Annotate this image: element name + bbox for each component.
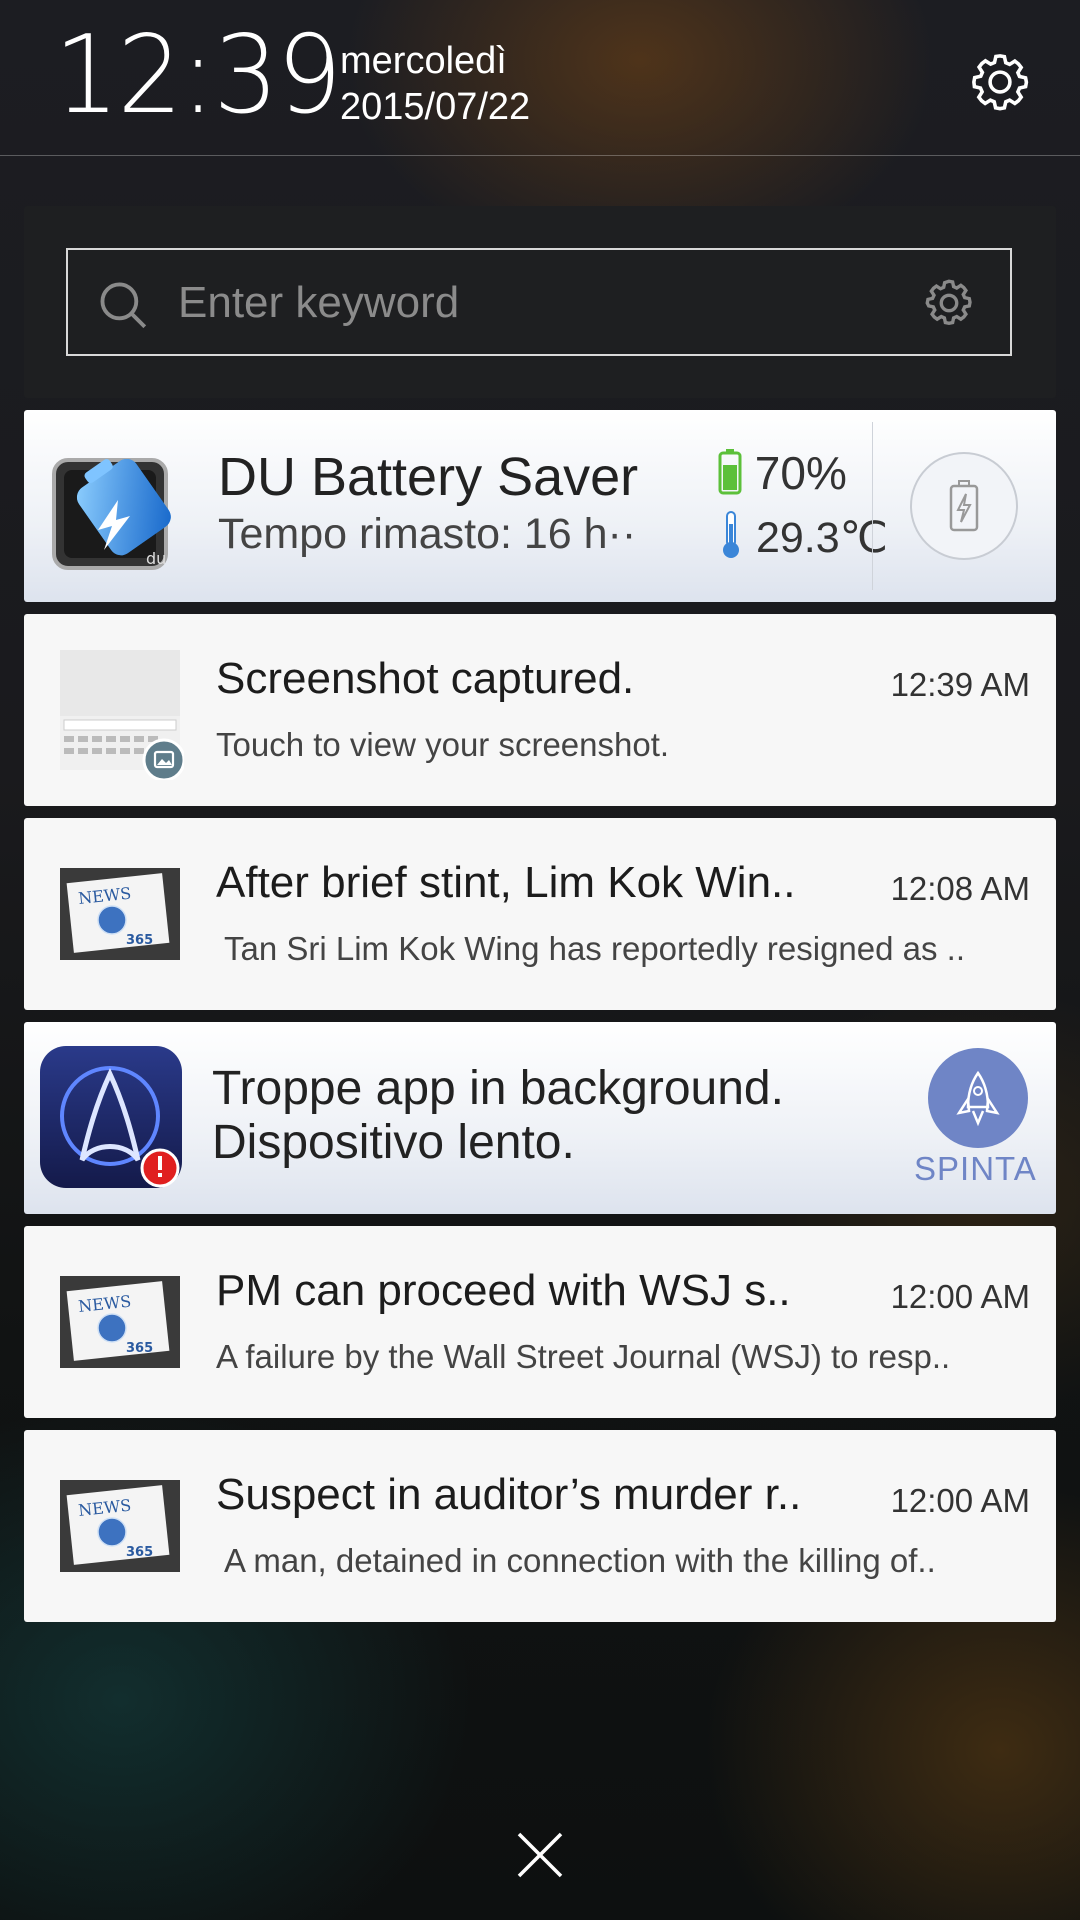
notification-title: PM can proceed with WSJ s.. <box>216 1266 791 1315</box>
date-block: mercoledì 2015/07/22 <box>340 38 530 130</box>
clock-time: 12:39 <box>54 13 342 138</box>
notification-battery-saver[interactable]: du DU Battery Saver Tempo rimasto: 16 h·… <box>24 410 1056 602</box>
clear-all-button[interactable] <box>505 1820 575 1890</box>
search-icon <box>100 282 147 329</box>
du-battery-icon: du <box>46 438 186 578</box>
notification-time: 12:00 AM <box>890 1482 1030 1519</box>
gear-icon <box>972 54 1029 111</box>
notification-news-3[interactable]: NEWS 365 Suspect in auditor’s murder r..… <box>24 1430 1056 1622</box>
svg-text:365: 365 <box>126 1545 153 1560</box>
notification-text: Touch to view your screenshot. <box>216 726 670 763</box>
battery-level-icon <box>718 449 742 495</box>
notification-time: 12:00 AM <box>890 1278 1030 1315</box>
search-box[interactable] <box>66 248 1012 356</box>
date-label: 2015/07/22 <box>340 86 531 128</box>
notification-text: A man, detained in connection with the k… <box>224 1542 936 1579</box>
status-header: 12:39 mercoledì 2015/07/22 <box>0 0 1080 156</box>
news-365-icon: NEWS 365 <box>60 1480 180 1572</box>
booster-message-line2: Dispositivo lento. <box>212 1116 575 1169</box>
rocket-icon <box>956 1070 1000 1127</box>
notification-screenshot[interactable]: Screenshot captured. Touch to view your … <box>24 614 1056 806</box>
battery-app-title: DU Battery Saver <box>218 447 639 507</box>
notification-title: After brief stint, Lim Kok Win.. <box>216 858 796 907</box>
battery-time-remaining: Tempo rimasto: 16 h·· <box>218 510 637 558</box>
notification-time: 12:08 AM <box>890 870 1030 907</box>
battery-percent: 70% <box>718 446 847 500</box>
boost-button[interactable] <box>928 1048 1028 1148</box>
booster-message-line1: Troppe app in background. <box>212 1062 784 1115</box>
news-365-icon: NEWS 365 <box>60 1276 180 1368</box>
notification-title: Screenshot captured. <box>216 654 635 703</box>
close-icon <box>517 1832 563 1878</box>
battery-percent-value: 70% <box>754 447 847 499</box>
notification-title: Suspect in auditor’s murder r.. <box>216 1470 802 1519</box>
notification-text: Tan Sri Lim Kok Wing has reportedly resi… <box>224 930 966 967</box>
notification-time: 12:39 AM <box>890 666 1030 703</box>
battery-optimize-button[interactable] <box>910 452 1018 560</box>
notification-news-2[interactable]: NEWS 365 PM can proceed with WSJ s.. A f… <box>24 1226 1056 1418</box>
boost-button-label[interactable]: SPINTA <box>914 1150 1037 1188</box>
temperature-value: 29.3℃ <box>755 514 888 562</box>
notification-booster[interactable]: Troppe app in background. Dispositivo le… <box>24 1022 1056 1214</box>
search-input[interactable] <box>178 270 838 336</box>
divider <box>872 422 873 590</box>
news-365-icon: NEWS 365 <box>60 868 180 960</box>
battery-temperature: 29.3℃ <box>718 510 888 563</box>
svg-text:365: 365 <box>126 933 153 948</box>
weekday-label: mercoledì <box>340 40 507 82</box>
notification-news-1[interactable]: NEWS 365 After brief stint, Lim Kok Win.… <box>24 818 1056 1010</box>
booster-icon <box>38 1044 188 1194</box>
search-card <box>24 206 1056 398</box>
battery-charge-icon <box>949 480 979 532</box>
screenshot-thumbnail <box>60 650 186 782</box>
notification-text: A failure by the Wall Street Journal (WS… <box>216 1338 951 1375</box>
search-settings-icon[interactable] <box>920 274 978 332</box>
booster-message: Troppe app in background. Dispositivo le… <box>212 1062 784 1170</box>
svg-text:du: du <box>146 549 166 568</box>
svg-text:365: 365 <box>126 1341 153 1356</box>
thermometer-icon <box>723 511 739 558</box>
settings-button[interactable] <box>960 42 1040 122</box>
